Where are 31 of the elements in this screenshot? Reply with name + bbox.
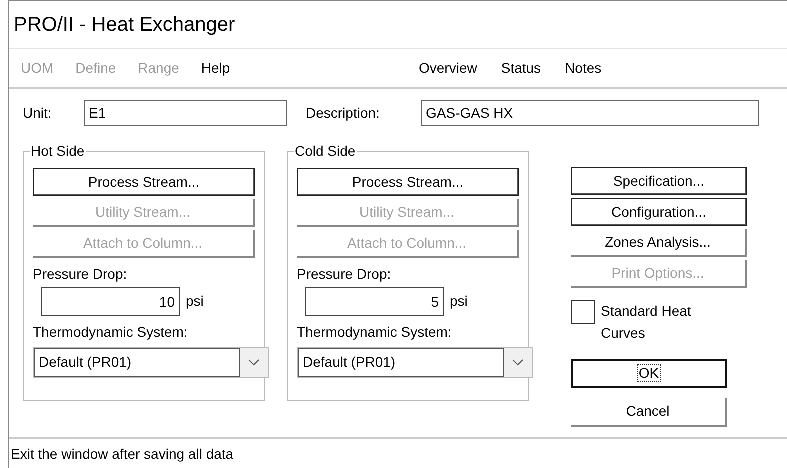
checkbox-label: Standard Heat Curves <box>601 302 692 343</box>
menu-item[interactable]: Help <box>201 58 230 78</box>
unit-label: psi <box>186 292 204 311</box>
field-label: Thermodynamic System: <box>297 323 452 342</box>
thermodynamic-system-dropdown[interactable]: Default (PR01) <box>297 347 533 378</box>
chevron-down-icon <box>512 359 524 366</box>
menu-item[interactable]: Notes <box>565 58 602 78</box>
dialog-button[interactable]: Cancel <box>571 398 727 427</box>
pressure-drop-field[interactable]: 5 <box>305 287 444 316</box>
dialog-button[interactable]: Zones Analysis... <box>571 229 747 257</box>
unit-field[interactable]: E1 <box>84 100 287 126</box>
menu-item[interactable]: Status <box>501 58 542 78</box>
description-field[interactable]: GAS-GAS HX <box>421 100 759 126</box>
window-title: PRO/II - Heat Exchanger <box>14 12 236 38</box>
field-label: Pressure Drop: <box>33 265 128 284</box>
status-bar-text: Exit the window after saving all data <box>11 446 234 462</box>
dialog-button[interactable]: Specification... <box>571 167 747 195</box>
field-label: Unit: <box>23 104 53 122</box>
thermodynamic-system-dropdown[interactable]: Default (PR01) <box>33 347 269 378</box>
dialog-button[interactable]: Process Stream... <box>297 168 519 196</box>
dialog-button[interactable]: OK <box>571 359 727 388</box>
dialog-button[interactable]: Process Stream... <box>33 168 255 196</box>
chevron-down-icon <box>248 359 260 366</box>
field-label: Pressure Drop: <box>297 265 392 284</box>
field-label: Thermodynamic System: <box>33 323 188 342</box>
pressure-drop-field[interactable]: 10 <box>41 287 180 316</box>
dialog-button[interactable]: Configuration... <box>571 198 747 226</box>
field-label: Description: <box>306 104 381 123</box>
unit-label: psi <box>450 292 468 311</box>
menu-item[interactable]: Overview <box>419 58 478 78</box>
checkbox[interactable] <box>571 300 595 324</box>
